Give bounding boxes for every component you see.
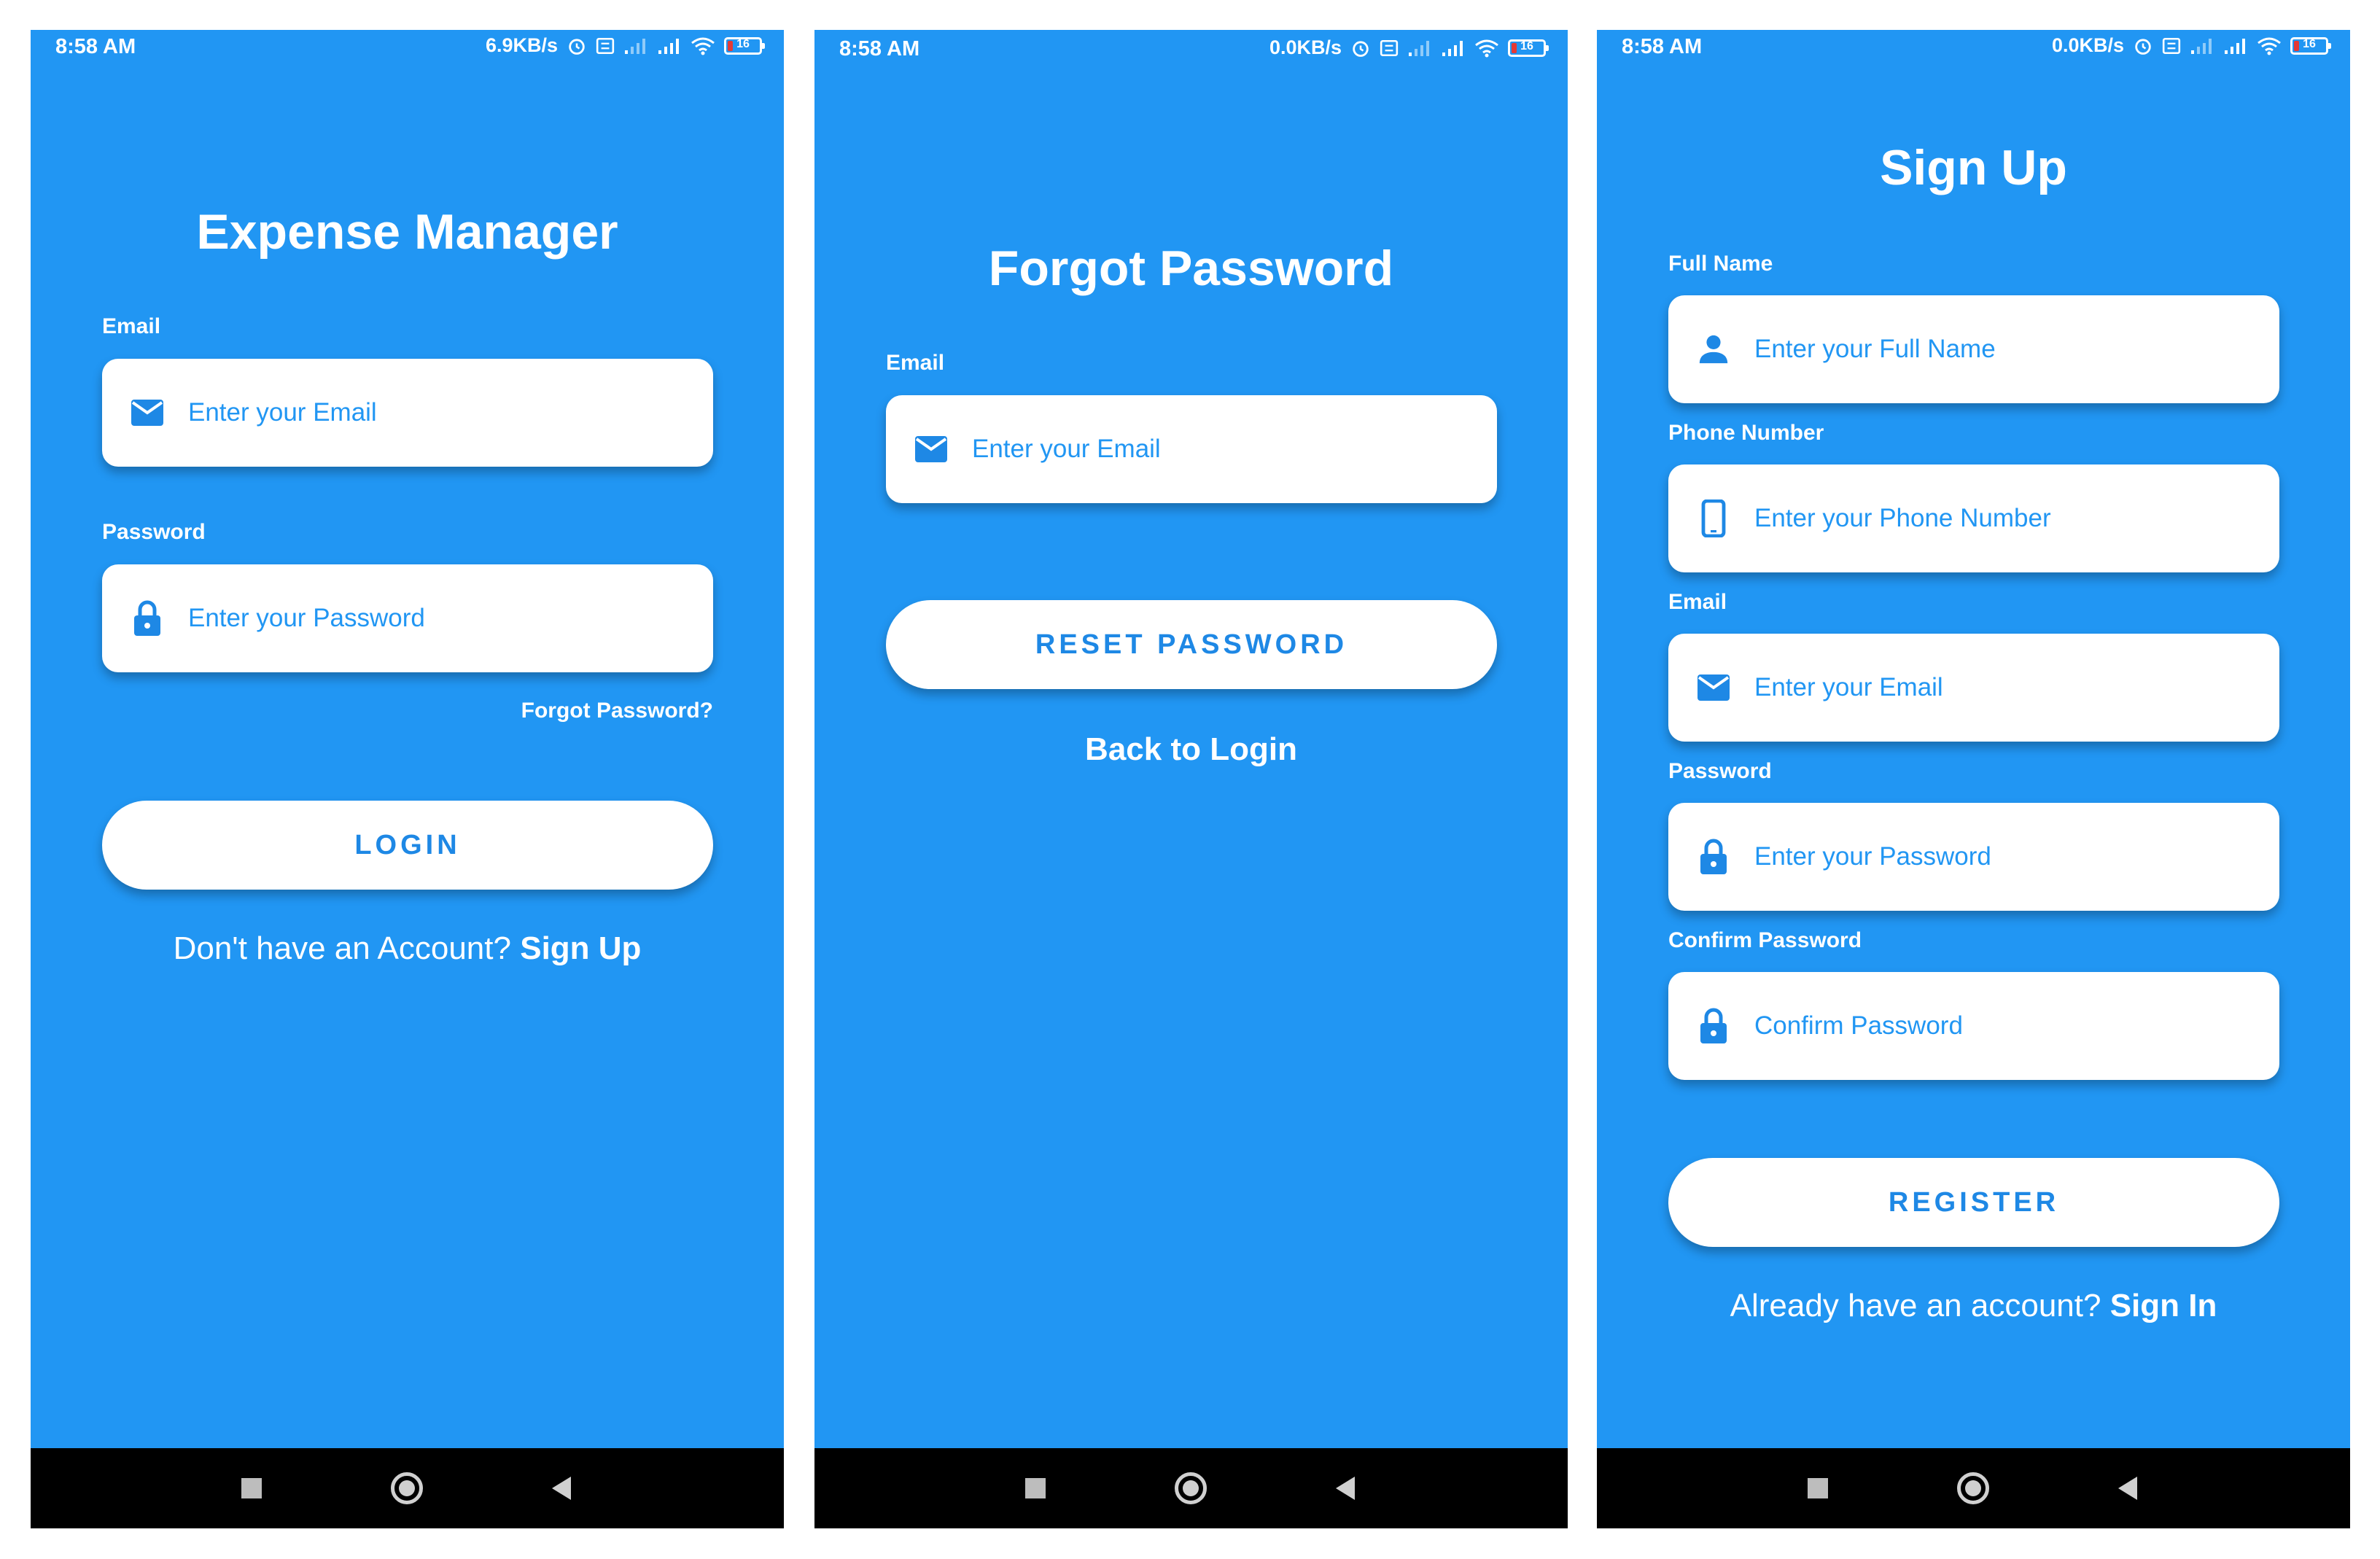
reset-password-button[interactable]: RESET PASSWORD [886, 600, 1497, 689]
battery-level: 16 [2303, 37, 2316, 50]
mail-icon [128, 394, 166, 432]
email-field[interactable]: Enter your Email [1668, 634, 2279, 742]
forgot-password-link[interactable]: Forgot Password? [521, 699, 713, 723]
phone-number-label: Phone Number [1668, 421, 1824, 445]
signin-prompt: Already have an account? Sign In [1597, 1288, 2350, 1324]
network-speed: 6.9KB/s [485, 34, 558, 56]
password-label: Password [1668, 759, 1772, 783]
battery-icon: 16 [724, 36, 765, 55]
full-name-field[interactable]: Enter your Full Name [1668, 295, 2279, 403]
battery-icon: 16 [2290, 36, 2331, 55]
battery-level: 16 [1520, 39, 1533, 53]
register-button[interactable]: REGISTER [1668, 1158, 2279, 1247]
wifi-icon [1474, 39, 1499, 58]
back-button[interactable] [552, 1477, 571, 1500]
phone-icon [1695, 499, 1732, 537]
navigation-bar [31, 1448, 784, 1528]
mail-icon [912, 430, 950, 468]
status-bar: 8:58 AM 0.0KB/s 16 [814, 30, 1568, 66]
home-button[interactable] [391, 1472, 423, 1504]
password-placeholder: Enter your Password [188, 604, 425, 632]
person-icon [1695, 330, 1732, 368]
password-placeholder: Enter your Password [1754, 842, 1991, 871]
signal-weak-icon [1407, 39, 1432, 57]
lock-icon [1695, 838, 1732, 876]
status-time: 8:58 AM [1622, 35, 1703, 58]
email-label: Email [102, 314, 161, 338]
login-button[interactable]: LOGIN [102, 801, 713, 890]
phone-number-field[interactable]: Enter your Phone Number [1668, 464, 2279, 572]
password-field[interactable]: Enter your Password [102, 564, 713, 672]
email-field[interactable]: Enter your Email [102, 359, 713, 467]
recents-button[interactable] [241, 1478, 262, 1498]
navigation-bar [1597, 1448, 2350, 1528]
home-button[interactable] [1957, 1472, 1989, 1504]
login-screen: 8:58 AM 6.9KB/s 16 Expense Manager Email… [31, 30, 784, 1528]
wifi-icon [691, 36, 715, 55]
password-label: Password [102, 520, 206, 544]
phone-number-placeholder: Enter your Phone Number [1754, 504, 2051, 532]
email-placeholder: Enter your Email [1754, 673, 1943, 701]
recents-button[interactable] [1808, 1478, 1828, 1498]
sign-up-screen: 8:58 AM 0.0KB/s 16 Sign Up Full Name Ent… [1597, 30, 2350, 1528]
email-placeholder: Enter your Email [188, 398, 377, 427]
lock-icon [1695, 1007, 1732, 1045]
network-speed: 0.0KB/s [1269, 36, 1342, 58]
network-speed: 0.0KB/s [2051, 34, 2124, 56]
signup-prompt: Don't have an Account? Sign Up [31, 930, 784, 967]
email-label: Email [1668, 590, 1727, 614]
home-button[interactable] [1175, 1472, 1207, 1504]
recents-button[interactable] [1025, 1478, 1046, 1498]
status-bar: 8:58 AM 6.9KB/s 16 [31, 30, 784, 66]
status-time: 8:58 AM [839, 37, 920, 61]
navigation-bar [814, 1448, 1568, 1528]
signal-icon [2223, 37, 2248, 55]
mail-icon [1695, 669, 1732, 707]
signal-icon [657, 37, 682, 55]
signup-prompt-text: Don't have an Account? [173, 930, 511, 966]
lock-icon [128, 599, 166, 637]
signin-link[interactable]: Sign In [2110, 1288, 2217, 1323]
email-field[interactable]: Enter your Email [886, 395, 1497, 503]
volte-icon [1380, 39, 1399, 58]
status-icons: 0.0KB/s 16 [2051, 34, 2331, 57]
confirm-password-label: Confirm Password [1668, 928, 1862, 952]
status-bar: 8:58 AM 0.0KB/s 16 [1597, 30, 2350, 66]
email-label: Email [886, 351, 945, 375]
signal-icon [1441, 39, 1466, 57]
forgot-password-screen: 8:58 AM 0.0KB/s 16 Forgot Password Email… [814, 30, 1568, 1528]
status-icons: 0.0KB/s 16 [1269, 36, 1549, 59]
email-placeholder: Enter your Email [972, 435, 1161, 463]
signal-weak-icon [623, 37, 648, 55]
signal-weak-icon [2190, 37, 2214, 55]
back-button[interactable] [2118, 1477, 2137, 1500]
page-title: Sign Up [1880, 140, 2067, 195]
volte-icon [596, 36, 615, 55]
alarm-icon [567, 36, 587, 56]
battery-level: 16 [736, 37, 750, 50]
confirm-password-placeholder: Confirm Password [1754, 1011, 1963, 1040]
status-time: 8:58 AM [55, 35, 136, 58]
page-title: Forgot Password [988, 241, 1394, 296]
wifi-icon [2257, 36, 2282, 55]
signup-link[interactable]: Sign Up [520, 930, 641, 966]
volte-icon [2162, 36, 2181, 55]
confirm-password-field[interactable]: Confirm Password [1668, 972, 2279, 1080]
alarm-icon [1350, 38, 1371, 58]
back-button[interactable] [1336, 1477, 1355, 1500]
status-icons: 6.9KB/s 16 [485, 34, 765, 57]
battery-icon: 16 [1508, 39, 1549, 57]
app-title: Expense Manager [196, 204, 618, 260]
full-name-placeholder: Enter your Full Name [1754, 335, 1996, 363]
alarm-icon [2133, 36, 2153, 56]
password-field[interactable]: Enter your Password [1668, 803, 2279, 911]
full-name-label: Full Name [1668, 252, 1773, 276]
back-to-login-link[interactable]: Back to Login [814, 731, 1568, 768]
signin-prompt-text: Already have an account? [1730, 1288, 2101, 1323]
